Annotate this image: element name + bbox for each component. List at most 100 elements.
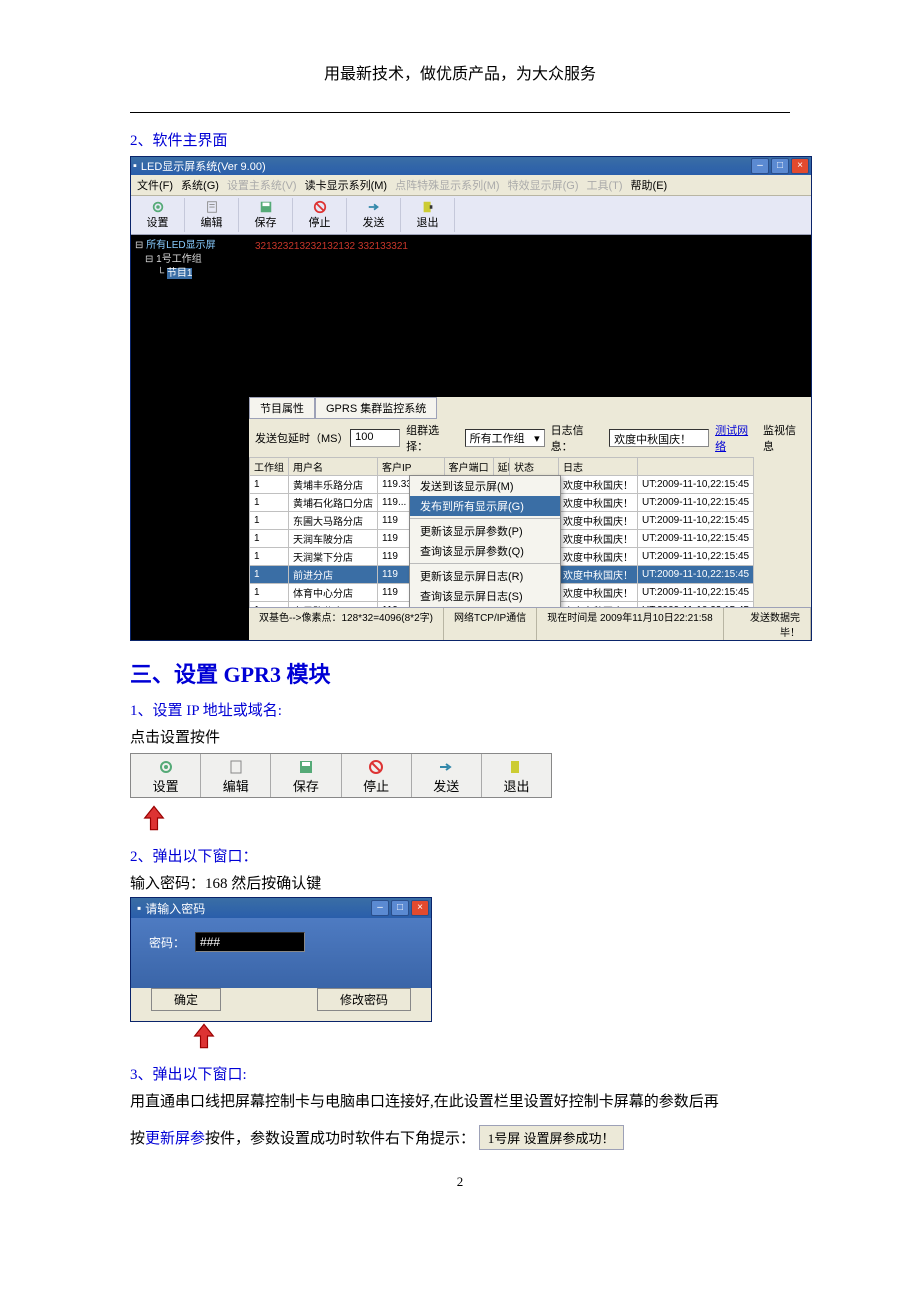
strip-send[interactable]: 发送	[412, 754, 482, 797]
password-dialog: ▪ 请输入密码 – □ × 密码： ### 确定 修改密码	[130, 897, 432, 1022]
tree-panel[interactable]: ⊟ 所有LED显示屏 ⊟ 1号工作组 └ 节目1	[131, 235, 249, 640]
step-3-text-1: 用直通串口线把屏幕控制卡与电脑串口连接好,在此设置栏里设置好控制卡屏幕的参数后再	[130, 1090, 790, 1111]
table-header: 客户端口	[444, 458, 493, 476]
step-3-text-2a: 按	[130, 1131, 145, 1147]
toolbar-settings[interactable]: 设置	[131, 198, 185, 232]
section-2-heading: 2、软件主界面	[130, 129, 790, 150]
delay-input[interactable]: 100	[350, 429, 400, 447]
password-label: 密码：	[149, 934, 185, 951]
strip-save[interactable]: 保存	[271, 754, 341, 797]
document-slogan: 用最新技术，做优质产品，为大众服务	[130, 60, 790, 84]
stop-icon	[342, 758, 411, 776]
toolbar-edit[interactable]: 编辑	[185, 198, 239, 232]
menu-card[interactable]: 读卡显示系列(M)	[305, 177, 388, 193]
menu-system[interactable]: 系统(G)	[181, 177, 219, 193]
menu-tool: 工具(T)	[587, 177, 623, 193]
maximize-button[interactable]: □	[771, 158, 789, 174]
status-time: 现在时间是 2009年11月10日22:21:58	[537, 608, 723, 640]
context-menu[interactable]: 发送到该显示屏(M)发布到所有显示屏(G) 更新该显示屏参数(P)查询该显示屏参数…	[409, 475, 561, 607]
strip-stop[interactable]: 停止	[342, 754, 412, 797]
table-header	[638, 458, 754, 476]
context-menu-item[interactable]: 更新该显示屏日志(R)	[410, 566, 560, 586]
strip-settings[interactable]: 设置	[131, 754, 201, 797]
status-success-message: 1号屏 设置屏参成功！	[479, 1125, 624, 1150]
table-header: 工作组	[250, 458, 289, 476]
tree-root[interactable]: 所有LED显示屏	[146, 240, 215, 251]
toolbar-save[interactable]: 保存	[239, 198, 293, 232]
app-window: ▪ LED显示屏系统(Ver 9.00) – □ × 文件(F) 系统(G) 设…	[130, 156, 812, 641]
gear-icon	[135, 200, 180, 214]
chevron-down-icon: ▾	[534, 432, 540, 445]
toolbar-stop[interactable]: 停止	[293, 198, 347, 232]
step-3-text-2c: 按件，参数设置成功时软件右下角提示：	[205, 1131, 475, 1147]
table-header: 日志	[559, 458, 638, 476]
menu-separator	[410, 518, 560, 519]
edit-icon	[189, 200, 234, 214]
square-icon: ▪	[137, 901, 141, 915]
toolbar-send[interactable]: 发送	[347, 198, 401, 232]
send-icon	[412, 758, 481, 776]
password-input[interactable]: ###	[195, 932, 305, 952]
table-header: 状态	[510, 458, 559, 476]
strip-edit[interactable]: 编辑	[201, 754, 271, 797]
step-3-heading: 3、弹出以下窗口:	[130, 1063, 790, 1084]
edit-icon	[201, 758, 270, 776]
status-send-result: 发送数据完毕！	[724, 608, 811, 640]
toolbar-exit[interactable]: 退出	[401, 198, 455, 232]
step-2-heading: 2、弹出以下窗口：	[130, 845, 790, 866]
preview-text: 321323213232132132 332133321	[255, 241, 805, 252]
monitor-info-label[interactable]: 监视信息	[763, 422, 805, 454]
exit-icon	[482, 758, 551, 776]
pw-maximize-button[interactable]: □	[391, 900, 409, 916]
context-menu-item[interactable]: 发送到该显示屏(M)	[410, 476, 560, 496]
context-menu-item[interactable]: 查询该显示屏参数(Q)	[410, 541, 560, 561]
divider	[130, 112, 790, 113]
context-menu-item[interactable]: 查询该显示屏日志(S)	[410, 586, 560, 606]
status-network-mode: 网络TCP/IP通信	[444, 608, 537, 640]
loginfo-input[interactable]: 欢度中秋国庆！	[609, 429, 709, 447]
change-password-button[interactable]: 修改密码	[317, 988, 411, 1011]
table-header: 客户IP	[378, 458, 445, 476]
app-title: LED显示屏系统(Ver 9.00)	[137, 158, 751, 174]
red-up-arrow-icon	[190, 1022, 218, 1055]
app-toolbar: 设置 编辑 保存 停止 发送 退出	[131, 196, 811, 235]
status-pixel-info: 双基色-->像素点：128*32=4096(8*2字)	[249, 608, 444, 640]
tab-gprs[interactable]: GPRS 集群监控系统	[315, 397, 437, 419]
close-button[interactable]: ×	[791, 158, 809, 174]
statusbar: 双基色-->像素点：128*32=4096(8*2字) 网络TCP/IP通信 现…	[249, 607, 811, 640]
update-screen-params-link: 更新屏参	[145, 1131, 205, 1147]
delay-label: 发送包延时（MS）	[255, 430, 344, 446]
ok-button[interactable]: 确定	[151, 988, 221, 1011]
tab-properties[interactable]: 节目属性	[249, 397, 315, 419]
toolbar-strip: 设置 编辑 保存 停止 发送 退出	[130, 753, 552, 798]
step-2-text: 输入密码：168 然后按确认键	[130, 872, 790, 893]
send-icon	[351, 200, 396, 214]
menu-separator	[410, 563, 560, 564]
step-1-text: 点击设置按件	[130, 726, 790, 747]
gear-icon	[131, 758, 200, 776]
app-titlebar: ▪ LED显示屏系统(Ver 9.00) – □ ×	[131, 157, 811, 175]
menubar: 文件(F) 系统(G) 设置主系统(V) 读卡显示系列(M) 点阵特殊显示系列(…	[131, 175, 811, 196]
group-dropdown[interactable]: 所有工作组▾	[465, 429, 545, 447]
strip-exit[interactable]: 退出	[482, 754, 551, 797]
page-number: 2	[130, 1174, 790, 1190]
exit-icon	[405, 200, 450, 214]
minimize-button[interactable]: –	[751, 158, 769, 174]
red-up-arrow-icon	[140, 804, 168, 837]
password-dialog-titlebar: ▪ 请输入密码 – □ ×	[131, 898, 431, 918]
tree-item[interactable]: 节目1	[167, 268, 193, 279]
table-header: 用户名	[289, 458, 378, 476]
menu-disabled-2: 点阵特殊显示系列(M)	[395, 177, 500, 193]
group-label: 组群选择：	[406, 422, 458, 454]
menu-help[interactable]: 帮助(E)	[631, 177, 668, 193]
pw-minimize-button[interactable]: –	[371, 900, 389, 916]
menu-file[interactable]: 文件(F)	[137, 177, 173, 193]
tree-group[interactable]: 1号工作组	[156, 254, 202, 265]
pw-close-button[interactable]: ×	[411, 900, 429, 916]
preview-area: 321323213232132132 332133321	[249, 235, 811, 397]
context-menu-item[interactable]: 发布到所有显示屏(G)	[410, 496, 560, 516]
context-menu-item[interactable]: 更新该显示屏参数(P)	[410, 521, 560, 541]
test-network-link[interactable]: 测试网络	[715, 422, 757, 454]
save-icon	[271, 758, 340, 776]
password-dialog-title: 请输入密码	[145, 900, 205, 917]
